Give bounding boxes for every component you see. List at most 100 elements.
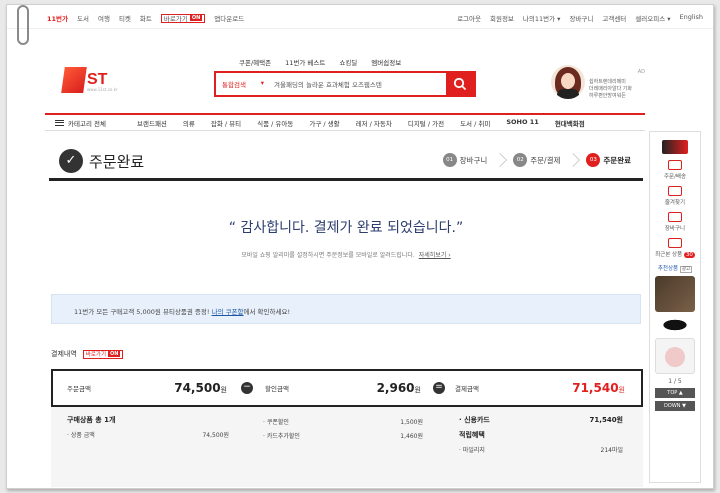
check-icon: ✓	[59, 149, 83, 173]
mileage-row: · 마일리지 214마일	[459, 447, 623, 454]
credit-card-row: · 신용카드 71,540원	[459, 416, 623, 424]
link-books[interactable]: 도서	[77, 13, 89, 23]
promo-tag-label: 바로가기	[163, 15, 188, 23]
app-download-link[interactable]: 앱다운로드	[214, 13, 244, 23]
rail-cart[interactable]: 장바구니	[650, 212, 700, 232]
logo-mark	[61, 67, 87, 93]
promo-model-avatar[interactable]	[551, 65, 585, 99]
payment-title: 결제내역	[51, 350, 77, 358]
category-hyundai[interactable]: 현대백화점	[555, 118, 585, 128]
discount-amount-value: 2,960원	[376, 381, 421, 395]
payment-tag-label: 바로가기	[85, 352, 107, 358]
rail-orders[interactable]: 주문/배송	[650, 160, 700, 180]
coupon-discount-row: · 쿠폰할인 1,500원	[263, 419, 423, 426]
scroll-down-button[interactable]: DOWN ▼	[655, 401, 695, 411]
category-clothing[interactable]: 의류	[183, 118, 195, 128]
sub-nav: 쿠폰/혜택존 11번가 베스트 쇼킹딜 멤버쉽정보	[239, 57, 401, 67]
promo-tag[interactable]: 바로가기 ON	[160, 13, 206, 23]
category-soho11[interactable]: SOHO 11	[506, 118, 538, 128]
total-amount-label: 결제금액	[455, 385, 479, 393]
product-details-col: 구매상품 총 1개 · 상품 금액 74,500원	[67, 415, 229, 444]
category-food-kids[interactable]: 식품 / 유아동	[257, 118, 293, 128]
equals-icon: =	[433, 382, 445, 394]
step-label: 장바구니	[459, 155, 488, 165]
payment-shortcut-tag[interactable]: 바로가기 ON	[82, 349, 124, 359]
scroll-top-button[interactable]: TOP ▲	[655, 388, 695, 398]
member-info-link[interactable]: 회원정보	[490, 13, 514, 23]
step-number: 03	[586, 153, 601, 167]
cart-link[interactable]: 장바구니	[569, 13, 593, 23]
step-cart: 01 장바구니	[442, 153, 488, 167]
my-coupon-link[interactable]: 나의 쿠폰함	[212, 308, 244, 316]
category-leisure-auto[interactable]: 레저 / 자동차	[356, 118, 392, 128]
search-input[interactable]: 겨울패딩의 놀라운 효과체험 오즈웹스텐	[268, 79, 446, 89]
top-left-links: 11번가 도서 여행 티켓 화트 바로가기 ON 앱다운로드	[47, 13, 244, 23]
rail-product-bag[interactable]	[655, 276, 695, 312]
payment-tag-badge: ON	[108, 351, 121, 357]
customer-center-link[interactable]: 고객센터	[602, 13, 626, 23]
rail-favorites[interactable]: 줄겨찾기	[650, 186, 700, 206]
payment-header: 결제내역 바로가기 ON	[51, 349, 124, 359]
order-amount-label: 주문금액	[67, 385, 91, 393]
paperclip-decoration	[17, 5, 29, 45]
quick-side-rail: 주문/배송 줄겨찾기 장바구니 최근본 상품 30 추천상품 광고 1 / 5 …	[649, 131, 701, 483]
step-number: 02	[513, 153, 528, 167]
discount-amount-cell: 할인금액 2,960원	[253, 371, 433, 405]
search-button[interactable]	[446, 71, 474, 97]
link-ticket[interactable]: 티켓	[119, 13, 131, 23]
search-icon	[453, 77, 467, 91]
step-label: 주문/결제	[530, 155, 561, 165]
rail-product-shirt[interactable]	[655, 338, 695, 374]
browser-page: 11번가 도서 여행 티켓 화트 바로가기 ON 앱다운로드 로그아웃 회원정보 …	[6, 4, 714, 489]
chevron-down-icon: ▾	[260, 79, 264, 87]
card-discount-row: · 카드추가할인 1,460원	[263, 433, 423, 440]
order-amount-value: 74,500원	[174, 381, 227, 395]
seller-office-link[interactable]: 셀러오피스 ▾	[635, 13, 670, 23]
all-categories-button[interactable]: 카테고리 전체	[45, 118, 137, 128]
payment-method-col: · 신용카드 71,540원 적립혜택 · 마일리지 214마일	[459, 415, 623, 459]
top-right-links: 로그아웃 회원정보 나의11번가 ▾ 장바구니 고객센터 셀러오피스 ▾ Eng…	[457, 13, 703, 23]
search-category-select[interactable]: 통합검색 ▾	[216, 79, 268, 89]
subnav-coupon[interactable]: 쿠폰/혜택존	[239, 57, 271, 67]
english-link[interactable]: English	[680, 13, 703, 23]
my11st-link[interactable]: 나의11번가 ▾	[523, 13, 561, 23]
category-books-hobby[interactable]: 도서 / 취미	[460, 118, 490, 128]
page-title: 주문완료	[89, 153, 145, 171]
link-travel[interactable]: 여행	[98, 13, 110, 23]
rail-product-belt[interactable]	[655, 316, 695, 334]
category-items: 브랜드패션 의류 잡화 / 뷰티 식품 / 유아동 가구 / 생활 레저 / 자…	[137, 118, 585, 128]
discount-details-col: · 쿠폰할인 1,500원 · 카드추가할인 1,460원	[263, 417, 423, 445]
ad-tag: 광고	[679, 266, 693, 273]
rail-recent[interactable]: 최근본 상품 30	[650, 238, 700, 258]
link-hwat[interactable]: 화트	[140, 13, 152, 23]
details-link[interactable]: 자세히보기 ›	[419, 252, 451, 259]
rail-pager[interactable]: 1 / 5	[650, 378, 700, 385]
coupon-notice: 11번가 모든 구매고객 5,000원 뷰티상품권 증정! 나의 쿠폰함에서 확…	[51, 294, 641, 324]
payment-details: 구매상품 총 1개 · 상품 금액 74,500원 · 쿠폰할인 1,500원 · …	[51, 407, 643, 487]
coupon-text-before: 11번가 모든 구매고객 5,000원 뷰티상품권 증정!	[74, 308, 212, 316]
chevron-right-icon	[566, 153, 581, 167]
rail-logo	[650, 140, 700, 154]
promo-banner-text[interactable]: AD 쉽하트렌데리메미 더레매리아알다 기화 하루편안방여워든	[589, 69, 645, 100]
promo-tag-badge: ON	[189, 15, 203, 21]
recent-count-badge: 30	[683, 252, 695, 258]
category-digital[interactable]: 디지털 / 가전	[408, 118, 444, 128]
logout-link[interactable]: 로그아웃	[457, 13, 481, 23]
subnav-shocking-deal[interactable]: 쇼킹딜	[339, 57, 357, 67]
coupon-text-after: 에서 확인하세요!	[243, 308, 291, 316]
category-brand-fashion[interactable]: 브랜드패션	[137, 118, 167, 128]
link-11st[interactable]: 11번가	[47, 13, 68, 23]
ad-label: AD	[637, 69, 645, 75]
subnav-best[interactable]: 11번가 베스트	[285, 57, 325, 67]
subnav-membership[interactable]: 멤버쉽정보	[371, 57, 401, 67]
category-beauty[interactable]: 잡화 / 뷰티	[211, 118, 241, 128]
site-logo[interactable]: ST www.11st.co.kr	[61, 63, 129, 95]
category-bar: 카테고리 전체 브랜드패션 의류 잡화 / 뷰티 식품 / 유아동 가구 / 생…	[45, 113, 645, 131]
step-label: 주문완료	[603, 155, 631, 165]
top-utility-bar: 11번가 도서 여행 티켓 화트 바로가기 ON 앱다운로드 로그아웃 회원정보 …	[7, 5, 713, 29]
clock-icon	[668, 238, 682, 248]
category-furniture[interactable]: 가구 / 생활	[309, 118, 339, 128]
search-category-label: 통합검색	[222, 81, 246, 89]
points-header: 적립혜택	[459, 431, 485, 439]
discount-amount-label: 할인금액	[265, 385, 289, 393]
